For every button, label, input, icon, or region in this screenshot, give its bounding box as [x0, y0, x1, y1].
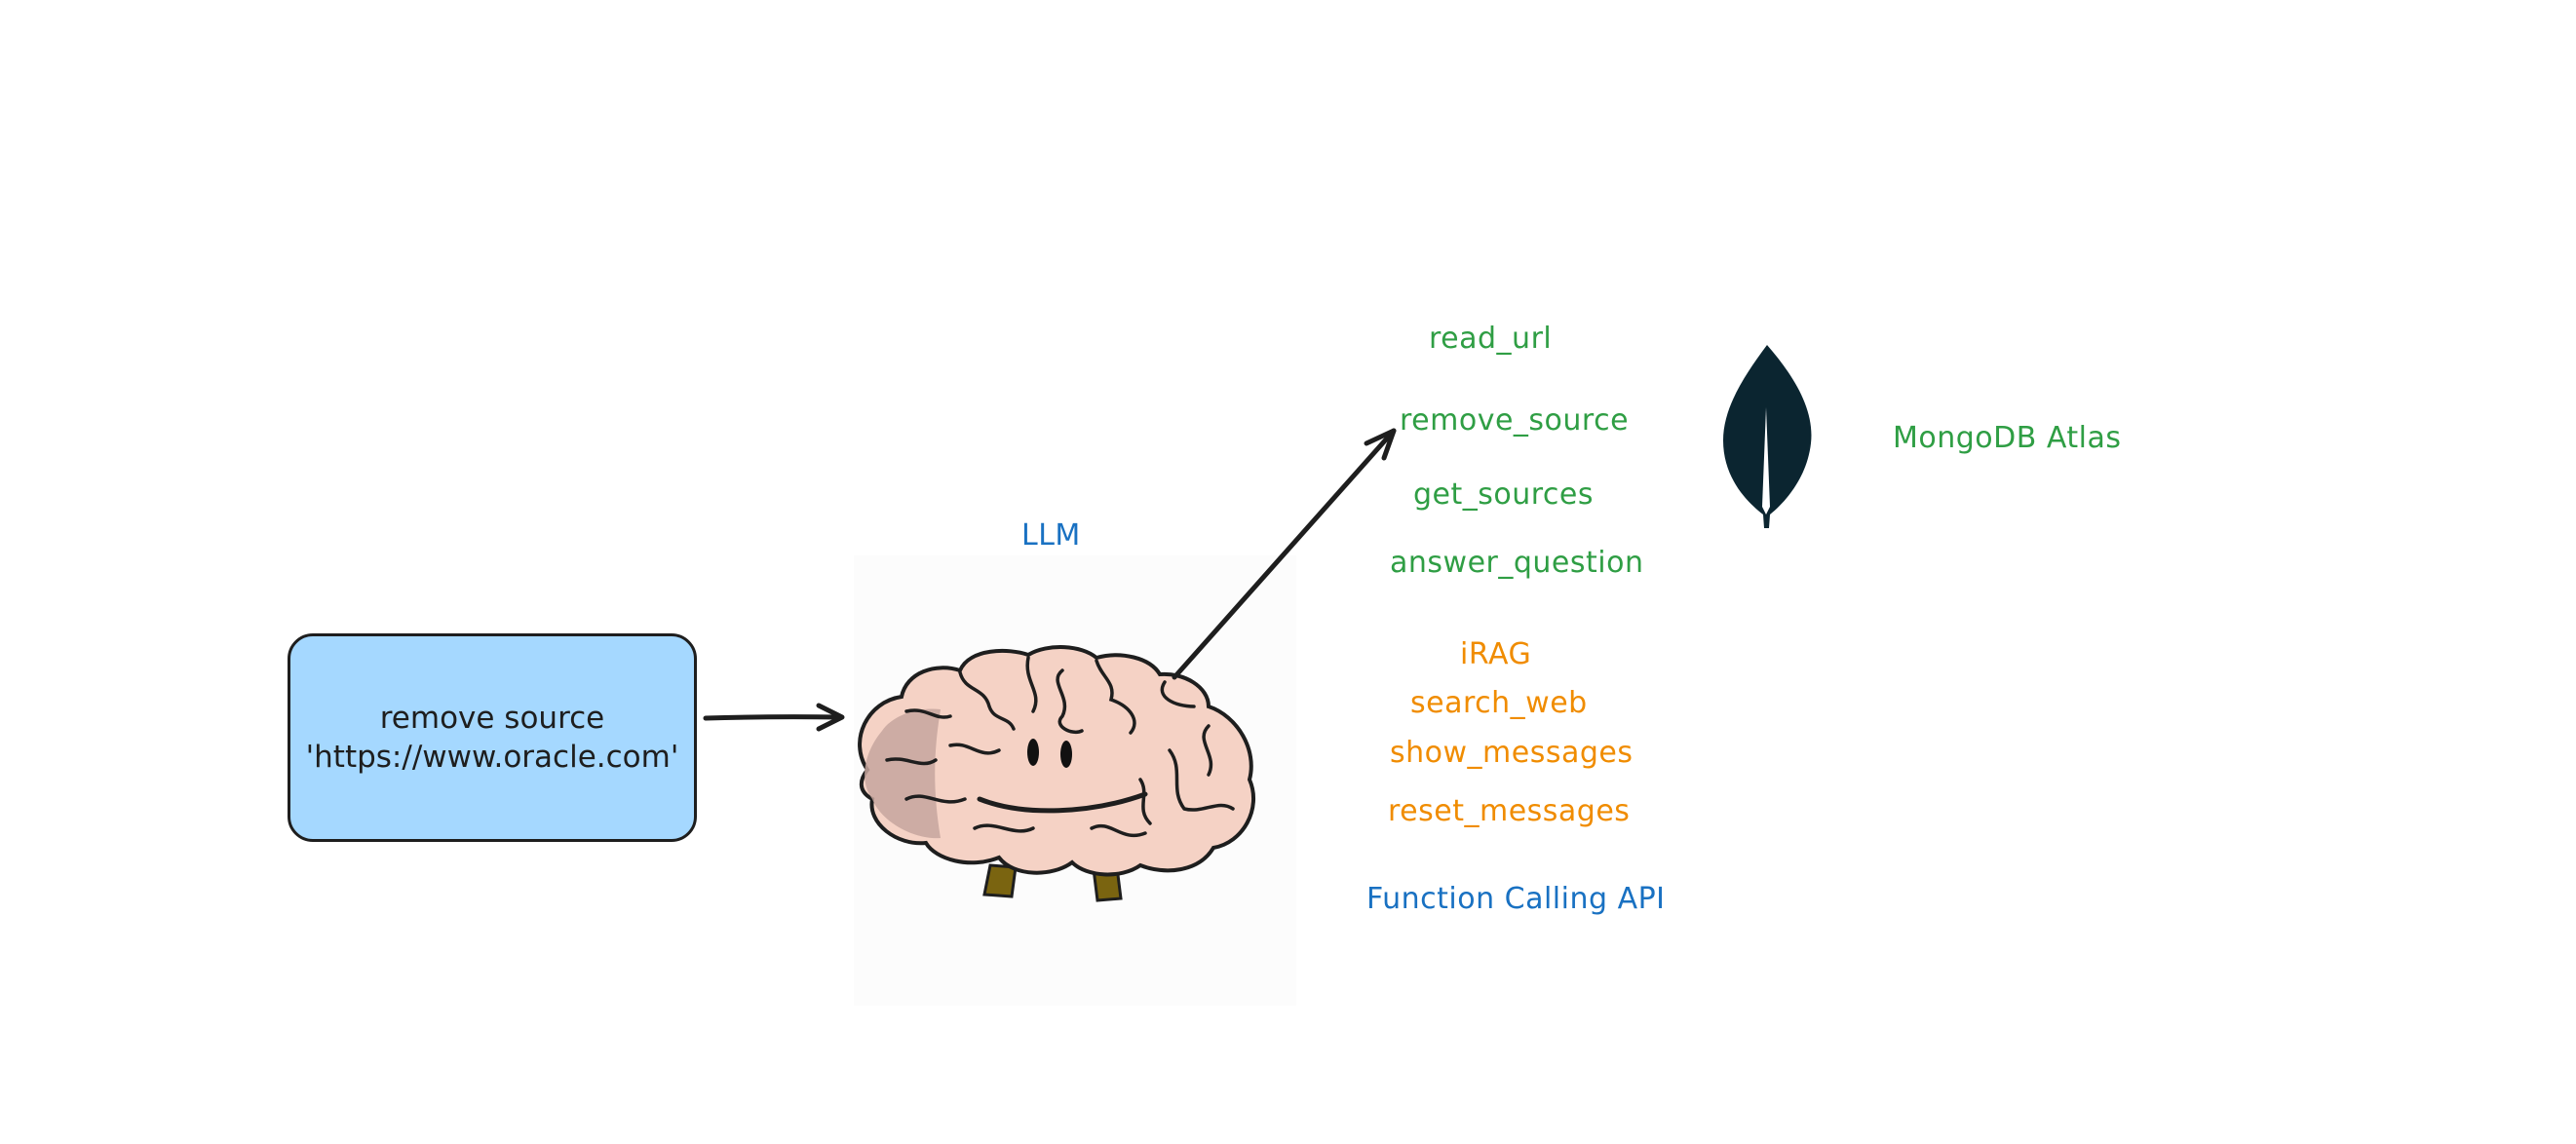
tool-search-web: search_web — [1410, 686, 1588, 720]
tool-irag: iRAG — [1460, 637, 1532, 671]
tool-reset-messages: reset_messages — [1388, 794, 1631, 828]
mongodb-leaf-icon — [1723, 345, 1812, 528]
tool-remove-source: remove_source — [1400, 403, 1630, 438]
mongodb-atlas-label: MongoDB Atlas — [1893, 421, 2122, 455]
diagram-canvas — [703, 345, 1812, 902]
tool-answer-question: answer_question — [1390, 546, 1644, 580]
tool-read-url: read_url — [1429, 322, 1553, 356]
tool-get-sources: get_sources — [1413, 477, 1595, 512]
brain-icon — [858, 645, 1255, 902]
arrow-llm-to-remove-source — [1172, 428, 1397, 680]
function-calling-api-label: Function Calling API — [1366, 882, 1666, 916]
arrow-query-to-llm — [703, 703, 845, 732]
tool-show-messages: show_messages — [1390, 736, 1634, 770]
